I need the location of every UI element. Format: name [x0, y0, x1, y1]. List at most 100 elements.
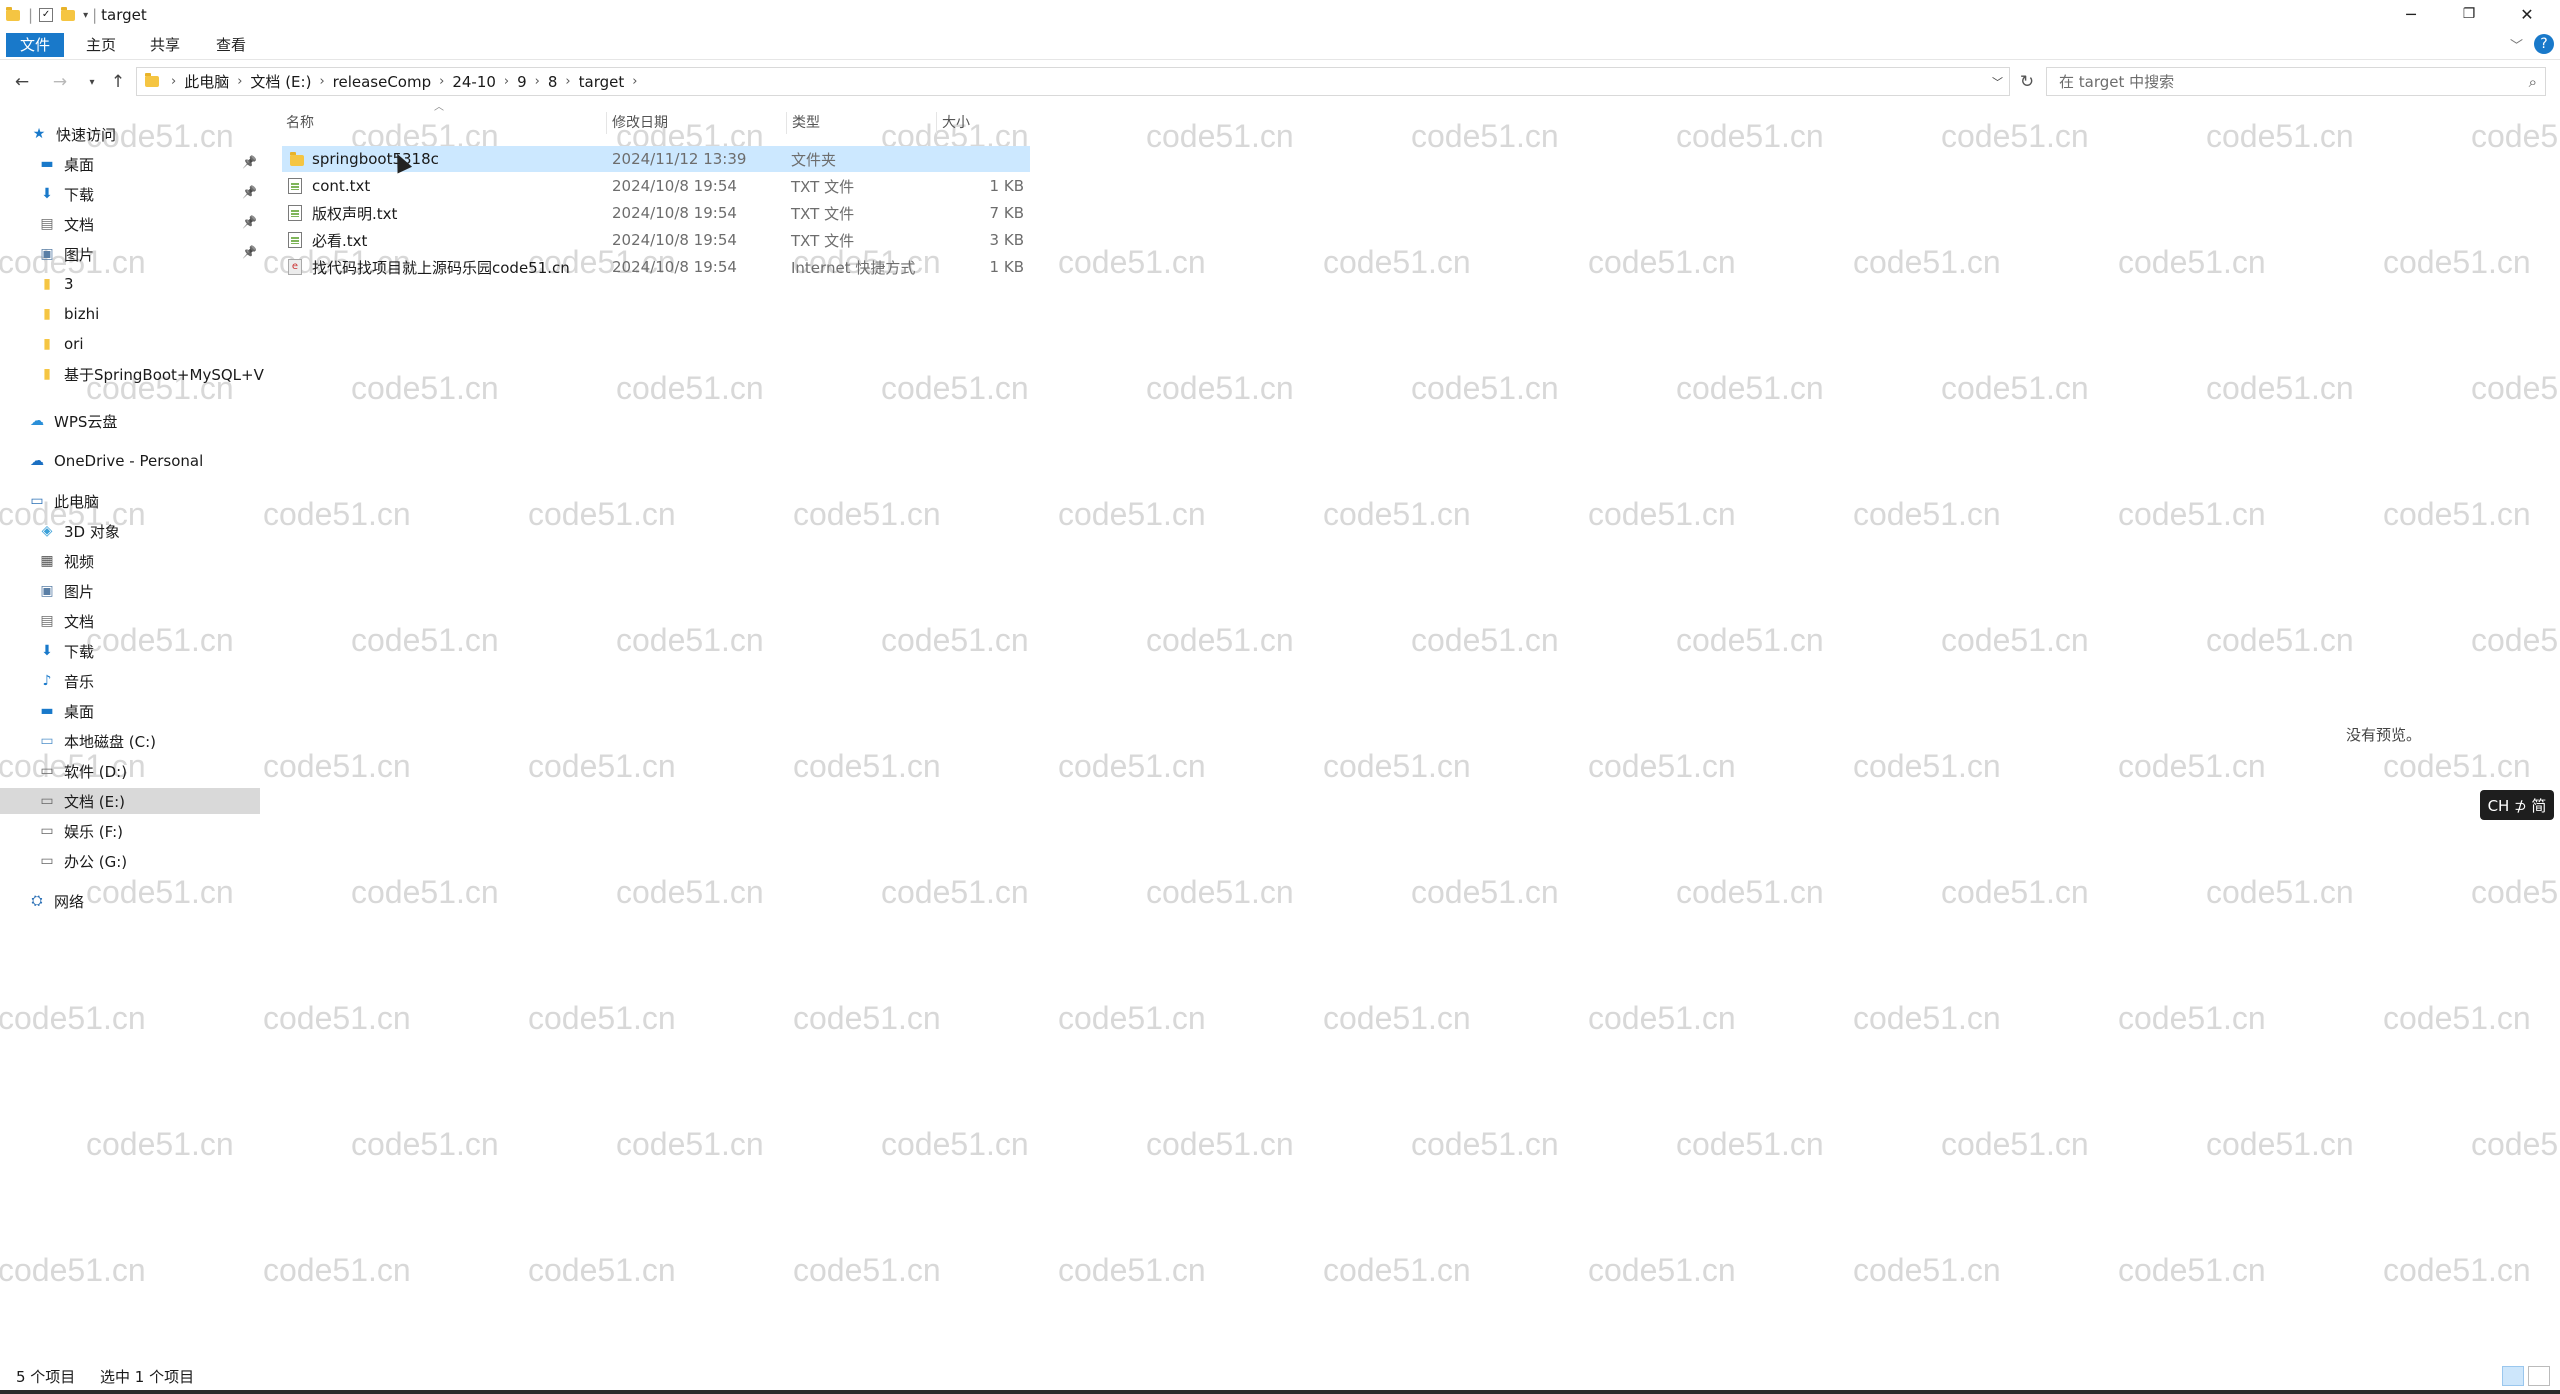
search-input[interactable] [2057, 71, 2501, 92]
breadcrumb-separator[interactable]: › [233, 74, 246, 89]
column-divider[interactable] [786, 112, 787, 134]
minimize-button[interactable]: ─ [2388, 0, 2434, 28]
up-arrow-icon[interactable]: ↑ [106, 70, 130, 94]
file-row[interactable]: cont.txt 2024/10/8 19:54 TXT 文件 1 KB [282, 173, 1030, 199]
column-header-type[interactable]: 类型 [792, 112, 820, 132]
watermark-text: code51.cn [616, 1126, 764, 1162]
nav-item-label: 基于SpringBoot+MySQL+V [64, 365, 264, 384]
nav-network[interactable]: ⛭ 网络 [28, 888, 84, 914]
download-icon: ⬇ [41, 186, 53, 202]
breadcrumb-separator[interactable]: › [561, 74, 574, 89]
watermark-text: code51.cn [1588, 1000, 1736, 1036]
watermark-text: code51.cn [2383, 1252, 2531, 1288]
breadcrumb-separator[interactable]: › [531, 74, 544, 89]
nav-pc-item[interactable]: ♪ 音乐 [38, 668, 94, 694]
nav-pc-item[interactable]: ▭ 办公 (G:) [38, 848, 127, 874]
nav-onedrive[interactable]: ☁ OneDrive - Personal [28, 448, 203, 474]
address-history-chevron-icon[interactable]: ﹀ [1992, 74, 2003, 90]
nav-quick-item[interactable]: ▮ bizhi [38, 301, 99, 327]
nav-this-pc[interactable]: ▭ 此电脑 [28, 488, 99, 514]
address-row: ← → ▾ ↑ › 此电脑 › 文档 (E:) › releaseComp › … [0, 64, 2560, 100]
nav-pc-item[interactable]: ▤ 文档 [38, 608, 94, 634]
forward-arrow-icon[interactable]: → [48, 70, 72, 94]
nav-item-label: 图片 [64, 582, 95, 601]
nav-quick-item[interactable]: ▮ 基于SpringBoot+MySQL+V [38, 361, 264, 387]
nav-quick-item[interactable]: ▬ 桌面 [38, 151, 94, 177]
watermark-text: code51.cn [2383, 1000, 2531, 1036]
tab-file[interactable]: 文件 [6, 33, 65, 57]
nav-pc-item[interactable]: ▬ 桌面 [38, 698, 94, 724]
large-icons-view-icon[interactable] [2528, 1366, 2550, 1386]
breadcrumb-releasecomp[interactable]: releaseComp [329, 73, 435, 91]
close-button[interactable]: ✕ [2504, 0, 2550, 28]
file-date: 2024/10/8 19:54 [612, 204, 737, 222]
file-row[interactable]: e 找代码找项目就上源码乐园code51.cn 2024/10/8 19:54 Int… [282, 254, 1030, 280]
properties-check-icon[interactable]: ✓ [39, 8, 54, 22]
file-row[interactable]: 版权声明.txt 2024/10/8 19:54 TXT 文件 7 KB [282, 200, 1030, 226]
ime-indicator[interactable]: CH ⊅ 简 [2480, 790, 2554, 820]
nav-wps-cloud[interactable]: ☁ WPS云盘 [28, 408, 117, 434]
drive-c-icon: ▭ [40, 733, 54, 749]
breadcrumb-separator[interactable]: › [628, 74, 641, 89]
watermark-text: code51.cn [2471, 118, 2560, 154]
nav-quick-item[interactable]: ▤ 文档 [38, 211, 94, 237]
column-divider[interactable] [936, 112, 937, 134]
nav-pc-item[interactable]: ▣ 图片 [38, 578, 94, 604]
breadcrumb-8[interactable]: 8 [544, 73, 562, 91]
search-icon[interactable]: ⌕ [2529, 73, 2537, 91]
nav-item-label: 视频 [64, 552, 95, 571]
nav-pc-item[interactable]: ▦ 视频 [38, 548, 94, 574]
nav-quick-access[interactable]: ★ 快速访问 [30, 121, 116, 147]
watermark-text: code51.cn [351, 370, 499, 406]
refresh-icon[interactable]: ↻ [2012, 67, 2042, 96]
help-icon[interactable]: ? [2534, 34, 2554, 54]
column-divider[interactable] [606, 112, 607, 134]
watermark-text: code51.cn [2118, 496, 2266, 532]
ribbon: 文件 主页 共享 查看 ﹀ [0, 30, 2560, 60]
breadcrumb-separator[interactable]: › [500, 74, 513, 89]
nav-quick-item[interactable]: ▮ 3 [38, 271, 73, 297]
nav-item-label: 办公 (G:) [64, 852, 128, 871]
breadcrumb-24-10[interactable]: 24-10 [448, 73, 500, 91]
search-box[interactable]: ⌕ [2046, 67, 2546, 96]
nav-quick-item[interactable]: ⬇ 下载 [38, 181, 94, 207]
watermark-text: code51.cn [2471, 1126, 2560, 1162]
column-header-size[interactable]: 大小 [942, 112, 970, 132]
file-name: springboot5318c [312, 150, 439, 168]
nav-pc-item[interactable]: ▭ 软件 (D:) [38, 758, 127, 784]
new-folder-icon[interactable] [61, 6, 76, 21]
breadcrumb-separator[interactable]: › [435, 74, 448, 89]
nav-quick-item[interactable]: ▣ 图片 [38, 241, 94, 267]
nav-item-label: OneDrive - Personal [54, 452, 204, 470]
breadcrumb-this-pc[interactable]: 此电脑 [180, 71, 233, 92]
file-name: 版权声明.txt [312, 204, 398, 223]
status-bar: 5 个项目 选中 1 个项目 [0, 1362, 2560, 1390]
breadcrumb-drive-e[interactable]: 文档 (E:) [246, 71, 315, 92]
breadcrumb-target[interactable]: target [575, 73, 629, 91]
nav-pc-item[interactable]: ▭ 本地磁盘 (C:) [38, 728, 156, 754]
breadcrumb-9[interactable]: 9 [513, 73, 531, 91]
tab-home[interactable]: 主页 [72, 33, 130, 57]
tab-view[interactable]: 查看 [202, 33, 260, 57]
nav-quick-item[interactable]: ▮ ori [38, 331, 83, 357]
file-name: cont.txt [312, 177, 371, 195]
recent-locations-chevron-icon[interactable]: ▾ [80, 70, 104, 94]
nav-pc-item[interactable]: ▭ 娱乐 (F:) [38, 818, 123, 844]
customize-toolbar-icon[interactable]: ▾ [83, 10, 88, 21]
column-header-name[interactable]: 名称 [286, 112, 314, 132]
nav-pc-item[interactable]: ⬇ 下载 [38, 638, 94, 664]
nav-pc-item[interactable]: ◈ 3D 对象 [38, 518, 120, 544]
breadcrumb-separator[interactable]: › [167, 74, 180, 89]
tab-share[interactable]: 共享 [136, 33, 194, 57]
details-view-icon[interactable] [2502, 1366, 2524, 1386]
sort-ascending-icon: ︿ [434, 102, 444, 113]
restore-button[interactable]: ❐ [2446, 0, 2492, 28]
breadcrumb-separator[interactable]: › [315, 74, 328, 89]
column-header-date[interactable]: 修改日期 [612, 112, 668, 132]
nav-pc-item[interactable]: ▭ 文档 (E:) [0, 788, 260, 814]
expand-ribbon-icon[interactable]: ﹀ [2510, 35, 2523, 54]
back-arrow-icon[interactable]: ← [10, 70, 34, 94]
file-row[interactable]: 必看.txt 2024/10/8 19:54 TXT 文件 3 KB [282, 227, 1030, 253]
address-bar[interactable]: › 此电脑 › 文档 (E:) › releaseComp › 24-10 › … [136, 67, 2010, 96]
drive-icon: ▭ [40, 793, 54, 809]
